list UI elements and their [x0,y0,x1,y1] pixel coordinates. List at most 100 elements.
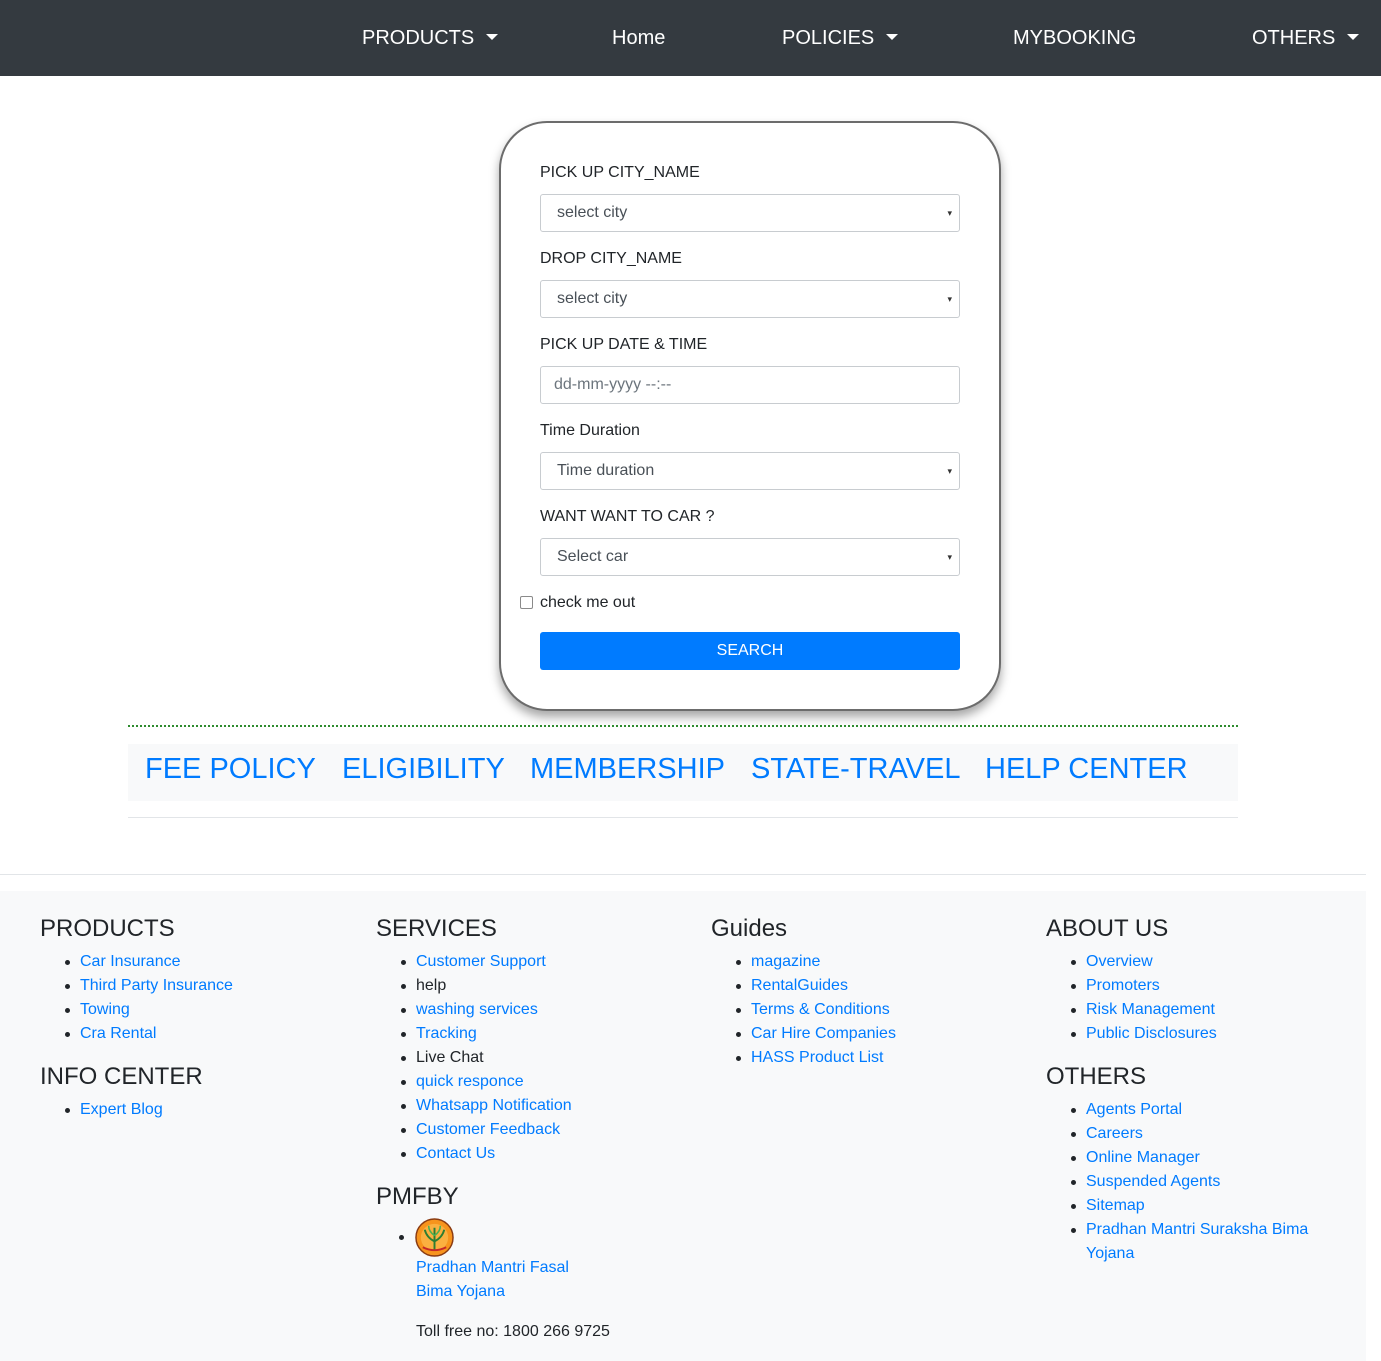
footer-link-agents-portal[interactable]: Agents Portal [1086,1101,1182,1118]
subnav-fee-policy[interactable]: FEE POLICY [145,752,316,786]
footer-others-list: Agents Portal Careers Online Manager Sus… [1071,1098,1326,1266]
footer-link-public-disclosures[interactable]: Public Disclosures [1086,1025,1217,1042]
footer-link-washing-services[interactable]: washing services [416,1001,538,1018]
list-item: Overview [1071,950,1217,974]
list-item: Careers [1071,1122,1326,1146]
footer-services-heading: SERVICES [376,915,497,942]
list-item: help [401,974,572,998]
list-item: Car Hire Companies [736,1022,896,1046]
pickup-city-select[interactable]: select city ▾ [540,194,960,232]
nav-mybooking-link[interactable]: MYBOOKING [1013,24,1136,52]
footer-text-live-chat: Live Chat [416,1049,484,1066]
pmfby-emblem-icon[interactable] [415,1218,454,1257]
footer-link-car-hire-companies[interactable]: Car Hire Companies [751,1025,896,1042]
footer-link-careers[interactable]: Careers [1086,1125,1143,1142]
footer-services-list: Customer Support help washing services T… [401,950,572,1166]
footer-guides-list: magazine RentalGuides Terms & Conditions… [736,950,896,1070]
nav-policies-dropdown[interactable]: POLICIES [782,24,899,52]
car-value: Select car [557,548,629,565]
divider [128,817,1238,818]
list-item: Promoters [1071,974,1217,998]
list-item: washing services [401,998,572,1022]
check-me-out-checkbox[interactable] [520,596,533,609]
caret-down-icon [486,34,499,40]
top-navbar: PRODUCTS Home POLICIES MYBOOKING OTHERS [0,0,1381,76]
subnav-membership[interactable]: MEMBERSHIP [530,752,725,786]
list-item: Whatsapp Notification [401,1094,572,1118]
footer-link-car-insurance[interactable]: Car Insurance [80,953,181,970]
footer-link-quick-responce[interactable]: quick responce [416,1073,524,1090]
list-item: Car Insurance [65,950,233,974]
footer-others-heading: OTHERS [1046,1063,1147,1090]
footer-link-third-party-insurance[interactable]: Third Party Insurance [80,977,233,994]
footer-link-rental-guides[interactable]: RentalGuides [751,977,848,994]
nav-home-link[interactable]: Home [612,24,665,52]
nav-mybooking-label: MYBOOKING [1013,27,1137,49]
footer-link-pmsby[interactable]: Pradhan Mantri Suraksha Bima Yojana [1086,1221,1308,1262]
list-item: Online Manager [1071,1146,1326,1170]
footer-link-sitemap[interactable]: Sitemap [1086,1197,1145,1214]
divider [0,874,1366,875]
nav-products-dropdown[interactable]: PRODUCTS [362,24,499,52]
nav-products-label: PRODUCTS [362,27,475,49]
footer-text-help: help [416,977,447,994]
footer-link-whatsapp-notification[interactable]: Whatsapp Notification [416,1097,572,1114]
list-item: Suspended Agents [1071,1170,1326,1194]
footer-link-expert-blog[interactable]: Expert Blog [80,1101,163,1118]
list-item: magazine [736,950,896,974]
list-item: quick responce [401,1070,572,1094]
list-bullet [399,1235,404,1240]
drop-city-value: select city [557,290,628,307]
footer-link-tracking[interactable]: Tracking [416,1025,477,1042]
list-item: Third Party Insurance [65,974,233,998]
footer-link-customer-feedback[interactable]: Customer Feedback [416,1121,560,1138]
car-select[interactable]: Select car ▾ [540,538,960,576]
nav-others-dropdown[interactable]: OTHERS [1252,24,1360,52]
footer-info-center-list: Expert Blog [65,1098,163,1122]
footer-products-list: Car Insurance Third Party Insurance Towi… [65,950,233,1046]
pickup-datetime-input[interactable]: dd-mm-yyyy --:-- [540,366,960,404]
nav-others-label: OTHERS [1252,27,1336,49]
list-item: Customer Support [401,950,572,974]
list-item: Contact Us [401,1142,572,1166]
footer-link-risk-management[interactable]: Risk Management [1086,1001,1215,1018]
footer-guides-heading: Guides [711,915,788,942]
footer-link-online-manager[interactable]: Online Manager [1086,1149,1200,1166]
time-duration-select[interactable]: Time duration ▾ [540,452,960,490]
list-item: Terms & Conditions [736,998,896,1022]
subnav-eligibility[interactable]: ELIGIBILITY [342,752,505,786]
footer-link-suspended-agents[interactable]: Suspended Agents [1086,1173,1220,1190]
footer-link-terms-conditions[interactable]: Terms & Conditions [751,1001,890,1018]
subnav-state-travel[interactable]: STATE-TRAVEL [751,752,960,786]
footer-about-us-heading: ABOUT US [1046,915,1169,942]
time-duration-value: Time duration [557,462,655,479]
pickup-datetime-placeholder: dd-mm-yyyy --:-- [554,376,672,393]
list-item: Cra Rental [65,1022,233,1046]
car-label: WANT WANT TO CAR ? [540,508,715,525]
footer-tollfree-number: Toll free no: 1800 266 9725 [416,1323,610,1340]
list-item: RentalGuides [736,974,896,998]
search-button[interactable]: SEARCH [540,632,960,670]
list-item: Sitemap [1071,1194,1326,1218]
footer-link-promoters[interactable]: Promoters [1086,977,1160,994]
footer-about-us-list: Overview Promoters Risk Management Publi… [1071,950,1217,1046]
list-item: Live Chat [401,1046,572,1070]
footer-link-cra-rental[interactable]: Cra Rental [80,1025,156,1042]
drop-city-label: DROP CITY_NAME [540,250,682,267]
drop-city-select[interactable]: select city ▾ [540,280,960,318]
footer-link-overview[interactable]: Overview [1086,953,1153,970]
pickup-datetime-label: PICK UP DATE & TIME [540,336,708,353]
footer-link-towing[interactable]: Towing [80,1001,130,1018]
subnav-help-center[interactable]: HELP CENTER [985,752,1188,786]
list-item: Public Disclosures [1071,1022,1217,1046]
footer-link-contact-us[interactable]: Contact Us [416,1145,495,1162]
footer-link-pmfby[interactable]: Pradhan Mantri Fasal Bima Yojana [416,1256,606,1304]
pickup-city-label: PICK UP CITY_NAME [540,164,700,181]
footer-link-customer-support[interactable]: Customer Support [416,953,546,970]
footer-link-hass-product-list[interactable]: HASS Product List [751,1049,884,1066]
list-item: Expert Blog [65,1098,163,1122]
dotted-divider [128,725,1238,727]
list-item: Tracking [401,1022,572,1046]
footer-link-magazine[interactable]: magazine [751,953,820,970]
list-item: Agents Portal [1071,1098,1326,1122]
